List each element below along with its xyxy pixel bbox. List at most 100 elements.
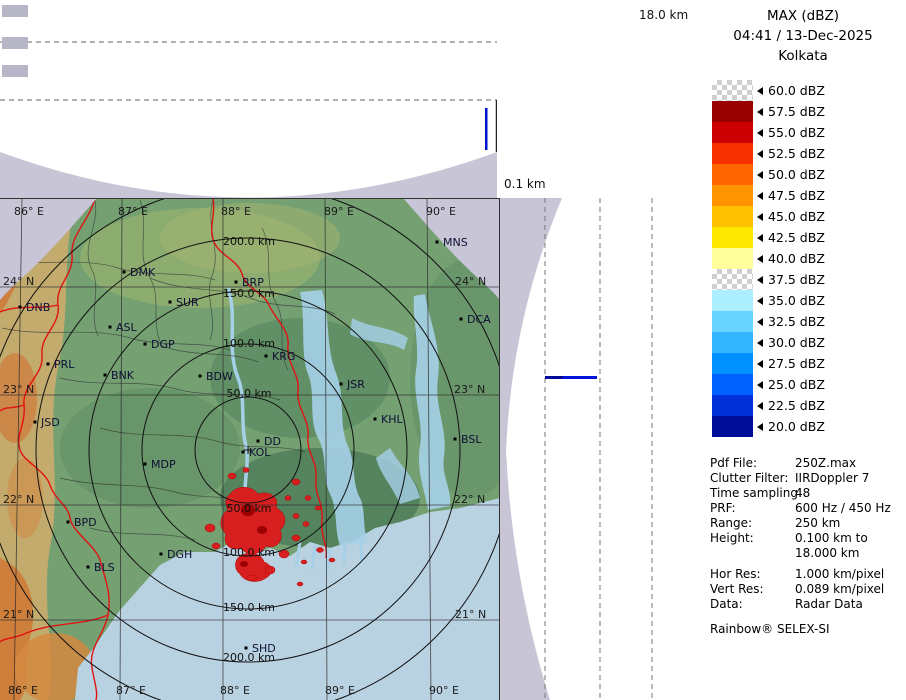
metadata-value: 1.000 km/pixel [795, 567, 884, 581]
scale-tick-arrow-icon [757, 108, 763, 116]
station-dot-kol [242, 451, 245, 454]
metadata-label: Pdf File: [710, 456, 795, 471]
station-label-dgh: DGH [167, 548, 192, 561]
metadata-label: Data: [710, 597, 795, 612]
longitude-label: 87° E [118, 205, 148, 218]
scale-tick-arrow-icon [757, 276, 763, 284]
metadata-value: 0.089 km/pixel [795, 582, 884, 596]
scale-label: 47.5 dBZ [768, 188, 825, 203]
station-dot-bsl [454, 438, 457, 441]
metadata-label: Range: [710, 516, 795, 531]
scale-label: 37.5 dBZ [768, 272, 825, 287]
map-canvas: 86° E86° E87° E87° E88° E88° E89° E89° E… [0, 198, 500, 700]
station-label-bls: BLS [94, 561, 115, 574]
station-dot-mns [436, 241, 439, 244]
height-axis-min-label: 0.1 km [504, 177, 546, 191]
scale-label: 32.5 dBZ [768, 314, 825, 329]
range-ring-label: 150.0 km [223, 601, 275, 614]
scale-tick-arrow-icon [757, 402, 763, 410]
longitude-label: 87° E [116, 684, 146, 697]
latitude-label: 23° N [3, 383, 34, 396]
longitude-label: 86° E [8, 684, 38, 697]
scale-label: 60.0 dBZ [768, 83, 825, 98]
scale-label: 35.0 dBZ [768, 293, 825, 308]
station-dot-dd [257, 440, 260, 443]
metadata-row: 18.000 km [710, 546, 891, 561]
scale-tick-arrow-icon [757, 255, 763, 263]
latitude-label: 22° N [454, 493, 485, 506]
latitude-label: 21° N [3, 608, 34, 621]
echo-side-projection-core [545, 376, 563, 379]
metadata-row: Vert Res:0.089 km/pixel [710, 582, 891, 597]
scale-tick-arrow-icon [757, 381, 763, 389]
scale-tick-arrow-icon [757, 360, 763, 368]
scale-swatch [712, 332, 753, 353]
station-dot-dnb [19, 306, 22, 309]
scale-row: 20.0 dBZ [712, 416, 825, 437]
station-dot-krg [265, 355, 268, 358]
metadata-label: PRF: [710, 501, 795, 516]
scale-label: 55.0 dBZ [768, 125, 825, 140]
range-ring-label: 200.0 km [223, 235, 275, 248]
metadata-label: Vert Res: [710, 582, 795, 597]
station-dot-bpd [67, 521, 70, 524]
scale-label: 57.5 dBZ [768, 104, 825, 119]
metadata-row: Hor Res:1.000 km/pixel [710, 567, 891, 582]
metadata-row: Data:Radar Data [710, 597, 891, 612]
station-dot-sur [169, 301, 172, 304]
scale-label: 45.0 dBZ [768, 209, 825, 224]
metadata-row: PRF:600 Hz / 450 Hz [710, 501, 891, 516]
longitude-label: 89° E [325, 684, 355, 697]
range-ring-label: 50.0 km [226, 387, 271, 400]
scale-swatch [712, 101, 753, 122]
axis-tick-placeholder [2, 65, 28, 77]
scale-tick-arrow-icon [757, 87, 763, 95]
product-datetime: 04:41 / 13-Dec-2025 [700, 26, 906, 46]
scale-row: 42.5 dBZ [712, 227, 825, 248]
metadata-label: Height: [710, 531, 795, 546]
station-label-mdp: MDP [151, 458, 176, 471]
scale-row: 35.0 dBZ [712, 290, 825, 311]
station-label-jsr: JSR [346, 378, 365, 391]
station-dot-jsr [340, 383, 343, 386]
longitude-label: 88° E [220, 684, 250, 697]
metadata-block: Pdf File:250Z.maxClutter Filter:IIRDoppl… [710, 456, 891, 612]
scale-tick-arrow-icon [757, 192, 763, 200]
station-label-bsl: BSL [461, 433, 482, 446]
axis-tick-placeholder [2, 37, 28, 49]
scale-row: 37.5 dBZ [712, 269, 825, 290]
metadata-value: 250Z.max [795, 456, 856, 470]
scale-swatch [712, 206, 753, 227]
height-gridlines [0, 42, 497, 100]
scale-row: 55.0 dBZ [712, 122, 825, 143]
station-dot-mdp [144, 463, 147, 466]
station-label-bdw: BDW [206, 370, 233, 383]
scale-label: 42.5 dBZ [768, 230, 825, 245]
scale-swatch [712, 395, 753, 416]
scale-swatch [712, 353, 753, 374]
station-dot-prl [47, 363, 50, 366]
scale-tick-arrow-icon [757, 318, 763, 326]
range-ring-label: 100.0 km [223, 546, 275, 559]
station-label-sur: SUR [176, 296, 199, 309]
product-title: MAX (dBZ) [700, 6, 906, 26]
scale-row: 32.5 dBZ [712, 311, 825, 332]
station-label-prl: PRL [54, 358, 75, 371]
station-label-asl: ASL [116, 321, 138, 334]
station-dot-khl [374, 418, 377, 421]
station-label-khl: KHL [381, 413, 403, 426]
longitude-label: 86° E [14, 205, 44, 218]
longitude-label: 90° E [429, 684, 459, 697]
metadata-value: Radar Data [795, 597, 863, 611]
scale-row: 45.0 dBZ [712, 206, 825, 227]
radar-display-window: { "header": { "product": "MAX (dBZ)", "d… [0, 0, 906, 700]
scale-tick-arrow-icon [757, 171, 763, 179]
metadata-value: 250 km [795, 516, 840, 530]
scale-row: 60.0 dBZ [712, 80, 825, 101]
metadata-label: Time sampling: [710, 486, 795, 501]
scale-swatch [712, 80, 753, 101]
legend-title-block: MAX (dBZ) 04:41 / 13-Dec-2025 Kolkata [700, 6, 906, 66]
scale-label: 50.0 dBZ [768, 167, 825, 182]
longitude-label: 90° E [426, 205, 456, 218]
metadata-value: 48 [795, 486, 810, 500]
